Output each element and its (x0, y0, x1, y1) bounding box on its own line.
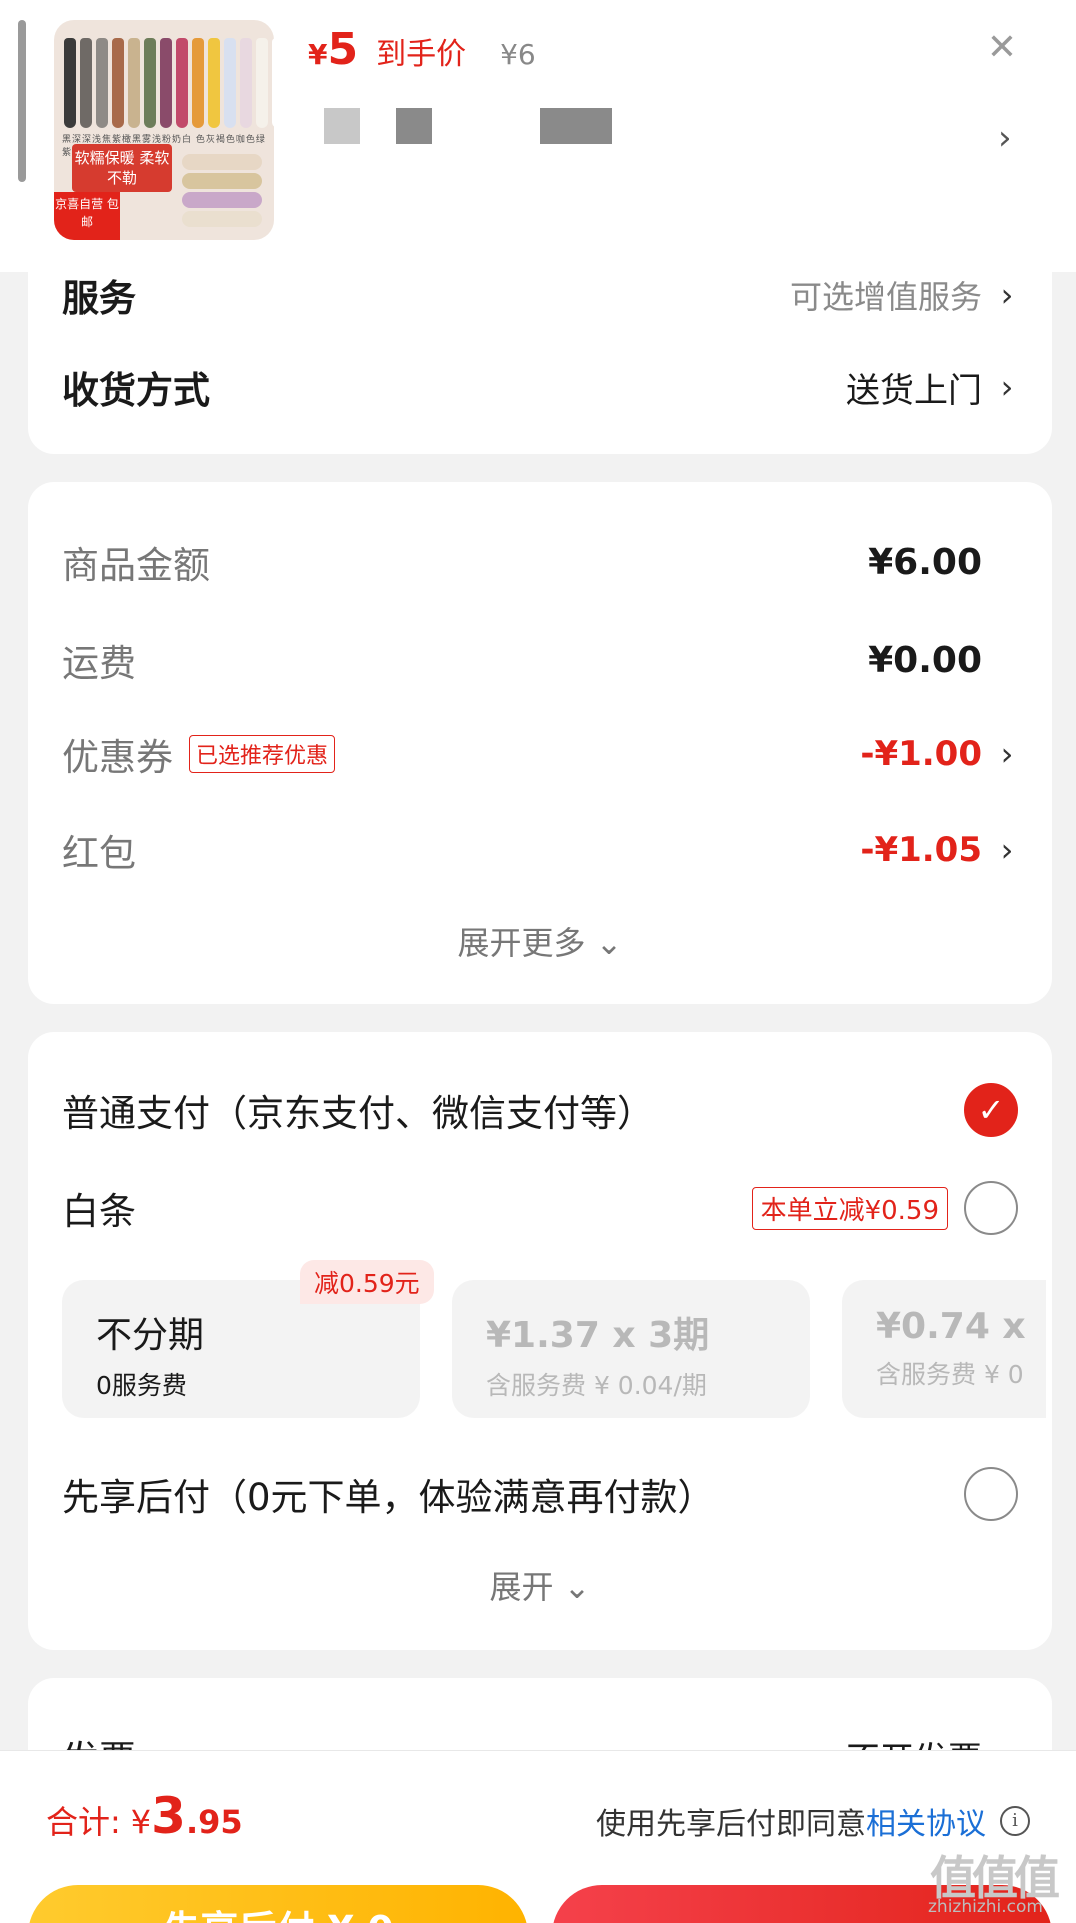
final-price: 5 (327, 24, 359, 75)
plan-title: ¥0.74 x (876, 1306, 1026, 1347)
coupon-value: -¥1.00 (860, 734, 982, 774)
price-symbol: ¥ (308, 38, 328, 71)
redacted-block (324, 108, 360, 144)
checkmark-icon[interactable]: ✓ (964, 1083, 1018, 1137)
total-integer: 3 (151, 1787, 186, 1845)
delivery-card: 服务 可选增值服务 › 收货方式 送货上门 › (28, 270, 1052, 454)
product-header: 黑深深浅焦紫橄黑雾浅粉奶白 色灰褐色咖色绿紫蓝紫色白色 软糯保暖 柔软不勒 京喜… (0, 0, 1076, 272)
service-label: 服务 (62, 277, 136, 320)
goods-amount-row: 商品金额 ¥6.00 (62, 532, 1018, 592)
redpacket-row[interactable]: 红包 -¥1.05 › (62, 820, 1018, 880)
shipping-value: 送货上门 (846, 370, 982, 411)
pay-later-label: 先享后付（0元下单，体验满意再付款） (62, 1476, 715, 1519)
chevron-right-icon: › (1000, 831, 1014, 869)
plan-fee: 含服务费 ¥ 0.04/期 (486, 1371, 707, 1400)
plan-fee: 0服务费 (96, 1371, 187, 1400)
total-currency: ¥ (130, 1803, 152, 1841)
price-card: 商品金额 ¥6.00 运费 ¥0.00 优惠券 已选推荐优惠 -¥1.00 › … (28, 482, 1052, 1004)
chevron-right-icon: › (1000, 276, 1014, 314)
thumbnail-brand-tag: 京喜自营 包邮 (54, 192, 120, 240)
chevron-right-icon: › (1000, 368, 1014, 406)
installment-options: 不分期 0服务费 ¥1.37 x 3期 含服务费 ¥ 0.04/期 ¥0.74 … (62, 1280, 1046, 1422)
close-icon[interactable]: ✕ (978, 24, 1026, 72)
plan-title: ¥1.37 x 3期 (486, 1315, 710, 1356)
sock-swatch (160, 38, 172, 128)
redpacket-value: -¥1.05 (860, 830, 982, 870)
freight-label: 运费 (62, 642, 136, 685)
thumbnail-badge: 软糯保暖 柔软不勒 (72, 144, 172, 192)
agreement-prefix: 使用先享后付即同意 (596, 1807, 866, 1842)
goods-amount-label: 商品金额 (62, 544, 210, 587)
sock-swatch (144, 38, 156, 128)
expand-link[interactable]: 展开 ⌄ (28, 1562, 1052, 1608)
freight-row: 运费 ¥0.00 (62, 630, 1018, 690)
expand-more-link[interactable]: 展开更多 ⌄ (28, 918, 1052, 964)
coupon-row[interactable]: 优惠券 已选推荐优惠 -¥1.00 › (62, 724, 1018, 784)
checkout-bar: 合计: ¥ 3 .95 使用先享后付即同意 相关协议 i 先享后付 ¥ 0 (0, 1750, 1076, 1923)
normal-pay-label: 普通支付（京东支付、微信支付等） (62, 1092, 654, 1135)
plan-more-installments[interactable]: ¥0.74 x 含服务费 ¥ 0 (842, 1280, 1046, 1418)
redpacket-label: 红包 (62, 832, 136, 875)
service-row[interactable]: 服务 可选增值服务 › (62, 270, 1018, 320)
sock-swatch (176, 38, 188, 128)
scrollbar[interactable] (18, 20, 26, 182)
total-label: 合计: (46, 1803, 121, 1841)
sock-swatch (208, 38, 220, 128)
baitiao-label: 白条 (62, 1190, 136, 1233)
original-price: ¥6 (500, 38, 536, 71)
pay-later-radio[interactable] (964, 1467, 1018, 1521)
plan-fee: 含服务费 ¥ 0 (876, 1360, 1024, 1389)
sock-swatch (128, 38, 140, 128)
payment-card: 普通支付（京东支付、微信支付等） ✓ 白条 本单立减¥0.59 不分期 0服务费… (28, 1032, 1052, 1650)
final-price-label: 到手价 (376, 37, 467, 72)
info-icon[interactable]: i (1000, 1806, 1030, 1836)
agreement-link[interactable]: 相关协议 (866, 1799, 986, 1843)
coupon-recommend-tag: 已选推荐优惠 (189, 735, 336, 773)
pay-later-row[interactable]: 先享后付（0元下单，体验满意再付款） (62, 1462, 1018, 1526)
sock-swatch (80, 38, 92, 128)
agreement-text: 使用先享后付即同意 相关协议 i (596, 1799, 1030, 1843)
plan-3-installments[interactable]: ¥1.37 x 3期 含服务费 ¥ 0.04/期 (452, 1280, 810, 1418)
sock-swatch (272, 38, 274, 128)
product-thumbnail[interactable]: 黑深深浅焦紫橄黑雾浅粉奶白 色灰褐色咖色绿紫蓝紫色白色 软糯保暖 柔软不勒 京喜… (54, 20, 274, 240)
order-total: 合计: ¥ 3 .95 (46, 1787, 243, 1845)
plan-discount-badge: 减0.59元 (300, 1260, 434, 1304)
total-decimal: .95 (185, 1803, 243, 1841)
sock-swatch (64, 38, 76, 128)
sock-color-strip (64, 38, 274, 128)
plan-title: 不分期 (96, 1315, 205, 1356)
redacted-block (540, 108, 612, 144)
price-row: ¥ 5 到手价 ¥6 (308, 24, 536, 75)
freight-value: ¥0.00 (868, 639, 982, 681)
watermark-url: zhizhizhi.com (928, 1897, 1043, 1917)
coupon-label: 优惠券 (62, 736, 173, 779)
pay-later-button[interactable]: 先享后付 ¥ 0 (28, 1885, 528, 1923)
sock-swatch (224, 38, 236, 128)
folded-socks-image (182, 154, 262, 230)
redacted-block (396, 108, 432, 144)
baitiao-row[interactable]: 白条 本单立减¥0.59 (62, 1176, 1018, 1240)
baitiao-radio[interactable] (964, 1181, 1018, 1235)
chevron-right-icon[interactable]: › (998, 118, 1012, 158)
sock-swatch (240, 38, 252, 128)
goods-amount-value: ¥6.00 (868, 541, 982, 583)
sock-swatch (256, 38, 268, 128)
chevron-right-icon: › (1000, 735, 1014, 773)
sock-swatch (192, 38, 204, 128)
sock-swatch (96, 38, 108, 128)
shipping-row[interactable]: 收货方式 送货上门 › (62, 362, 1018, 412)
normal-pay-row[interactable]: 普通支付（京东支付、微信支付等） ✓ (62, 1078, 1018, 1142)
sock-swatch (112, 38, 124, 128)
service-value: 可选增值服务 (789, 278, 982, 316)
baitiao-discount-tag: 本单立减¥0.59 (751, 1186, 948, 1230)
shipping-label: 收货方式 (62, 369, 210, 412)
